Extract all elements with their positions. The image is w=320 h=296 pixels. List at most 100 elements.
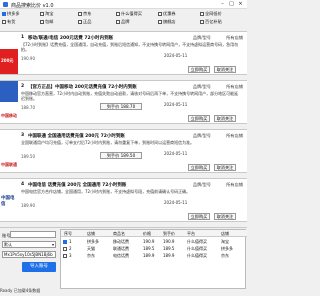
thumbnail-text: 中国联通 [1, 162, 17, 167]
product-item[interactable]: 中国移动 2 【官方正品】中国移动 200元话费充值 72小时内到账 品牌/型号… [0, 80, 247, 124]
table-row[interactable]: 2 天猫 联通话费 189.5 189.5 什么值得买 拼多多 [61, 245, 247, 252]
filter-bar: 拼多多 淘宝 京东 什么值得买 优惠券 全网低价 有货 包邮 正品 品牌 旗舰店… [0, 10, 247, 30]
checkbox-box[interactable] [2, 12, 6, 16]
item-time: 2024-05-11 [164, 151, 188, 156]
table-cell: 190.9 [143, 239, 155, 244]
filter-checkbox[interactable]: 正品 [78, 19, 91, 25]
filter-checkbox[interactable]: 优惠券 [158, 11, 176, 17]
account-table: 序号 店铺 商品名 价格 到手价 平台 店铺 1 拼多多 移动话费 190.9 … [60, 229, 247, 289]
filter-checkbox[interactable]: 淘宝 [40, 11, 53, 17]
table-cell: 2 [69, 246, 72, 251]
checkbox-box[interactable] [2, 20, 6, 24]
unfollow-button[interactable]: 取消关注 [214, 164, 236, 171]
filter-checkbox[interactable]: 品牌 [116, 19, 129, 25]
table-cell: 1 [69, 239, 72, 244]
account-panel: 账号 默认 ▾ Mx1Pn5xy10s5JBN1Bj6b 导入账号 [0, 230, 58, 290]
column-header: 到手价 [163, 231, 175, 236]
item-brand: 品牌/型号 [192, 35, 211, 40]
column-header: 平台 [187, 231, 195, 236]
row-checkbox[interactable] [63, 246, 67, 251]
product-thumbnail: 中国移动 [0, 81, 18, 123]
item-price: 188.70 [21, 105, 35, 110]
column-header: 店铺 [87, 231, 95, 236]
checkbox-box[interactable] [40, 12, 44, 16]
thumbnail-text: 中国移动 [1, 113, 17, 118]
account-input[interactable] [10, 231, 56, 238]
filter-checkbox[interactable]: 全网低价 [200, 11, 222, 17]
checkbox-box[interactable] [200, 12, 204, 16]
table-cell: 什么值得买 [187, 253, 207, 258]
table-cell: 京东 [87, 253, 95, 258]
filter-checkbox[interactable]: 京东 [78, 11, 91, 17]
unfollow-button[interactable]: 取消关注 [214, 213, 236, 220]
checkbox-box[interactable] [158, 20, 162, 24]
filter-checkbox[interactable]: 百亿补贴 [200, 19, 222, 25]
maximize-icon[interactable]: □ [227, 1, 236, 8]
item-time: 2024-05-11 [164, 200, 188, 205]
chevron-down-icon: ▾ [51, 242, 54, 247]
checkbox-box[interactable] [116, 20, 120, 24]
item-name: 移动/联通/电信 200元话费 72小时内到账 [28, 36, 114, 41]
table-cell: 190.9 [163, 239, 175, 244]
product-thumbnail: 200元 [0, 32, 18, 74]
buy-button[interactable]: 立即购买 [188, 213, 210, 220]
row-checkbox[interactable] [63, 239, 67, 244]
filter-checkbox[interactable]: 拼多多 [2, 11, 20, 17]
table-cell: 京东 [221, 253, 229, 258]
unfollow-button[interactable]: 取消关注 [214, 66, 236, 73]
price-button[interactable]: 到手价 189.50 [100, 152, 142, 159]
filter-label: 正品 [83, 19, 92, 24]
item-rank: 2 [21, 84, 25, 89]
checkbox-box[interactable] [78, 20, 82, 24]
column-header: 商品名 [113, 231, 125, 236]
filter-label: 全网低价 [205, 11, 222, 16]
filter-checkbox[interactable]: 包邮 [40, 19, 53, 25]
buy-button[interactable]: 立即购买 [188, 115, 210, 122]
item-rank: 3 [21, 133, 25, 138]
table-cell: 电信话费 [113, 253, 129, 258]
column-header: 店铺 [221, 231, 229, 236]
filter-checkbox[interactable]: 什么值得买 [116, 11, 142, 17]
table-row[interactable]: 3 京东 电信话费 189.9 189.9 什么值得买 京东 [61, 252, 247, 259]
account-select[interactable]: 默认 ▾ [2, 241, 56, 248]
close-icon[interactable]: × [236, 1, 245, 8]
password-field[interactable]: Mx1Pn5xy10s5JBN1Bj6b [2, 251, 56, 258]
product-item[interactable]: 200元 1 移动/联通/电信 200元话费 72小时内到账 品牌/型号 所有店… [0, 31, 247, 75]
price-button[interactable]: 到手价 188.70 [100, 103, 142, 110]
item-shop: 所有店铺 [226, 182, 243, 187]
table-header: 序号 店铺 商品名 价格 到手价 平台 店铺 [61, 230, 247, 237]
buy-button[interactable]: 立即购买 [188, 164, 210, 171]
status-bar: Ready 已加载4条数据 [0, 288, 41, 293]
title-bar: 商品搜索比价 v1.0 – □ × [0, 0, 247, 9]
filter-label: 京东 [83, 11, 92, 16]
account-select-value: 默认 [4, 242, 12, 247]
table-cell: 189.5 [163, 246, 175, 251]
item-description: 【72小时到账】话费充值，全国通用，自动充值，到账后短信通知，不支持携号转网用户… [21, 42, 239, 52]
import-account-button[interactable]: 导入账号 [22, 262, 56, 272]
checkbox-box[interactable] [40, 20, 44, 24]
checkbox-box[interactable] [200, 20, 204, 24]
filter-label: 品牌 [121, 19, 130, 24]
product-thumbnail: 中国电信 [0, 179, 18, 221]
minimize-icon[interactable]: – [218, 1, 227, 8]
filter-label: 优惠券 [163, 11, 176, 16]
unfollow-button[interactable]: 取消关注 [214, 115, 236, 122]
row-checkbox[interactable] [63, 253, 67, 258]
product-item[interactable]: 中国电信 4 中国电信 话费充值 200元 全国通用 72小时到账 品牌/型号 … [0, 178, 247, 222]
table-row[interactable]: 1 拼多多 移动话费 190.9 190.9 什么值得买 淘宝 [61, 238, 247, 245]
checkbox-box[interactable] [78, 12, 82, 16]
checkbox-box[interactable] [158, 12, 162, 16]
filter-checkbox[interactable]: 有货 [2, 19, 15, 25]
item-price: 190.90 [21, 56, 35, 61]
filter-checkbox[interactable]: 旗舰店 [158, 19, 176, 25]
product-item[interactable]: 中国联通 3 中国联通 全国通用话费充值 200元 72小时到账 品牌/型号 所… [0, 129, 247, 173]
checkbox-box[interactable] [116, 12, 120, 16]
item-name: 【官方正品】中国移动 200元话费充值 72小时内到账 [28, 85, 137, 90]
item-name: 中国联通 全国通用话费充值 200元 72小时到账 [28, 134, 125, 139]
item-time: 2024-05-11 [164, 102, 188, 107]
column-header: 价格 [143, 231, 151, 236]
buy-button[interactable]: 立即购买 [188, 66, 210, 73]
filter-label: 什么值得买 [121, 11, 142, 16]
item-rank: 4 [21, 182, 25, 187]
item-shop: 所有店铺 [226, 35, 243, 40]
